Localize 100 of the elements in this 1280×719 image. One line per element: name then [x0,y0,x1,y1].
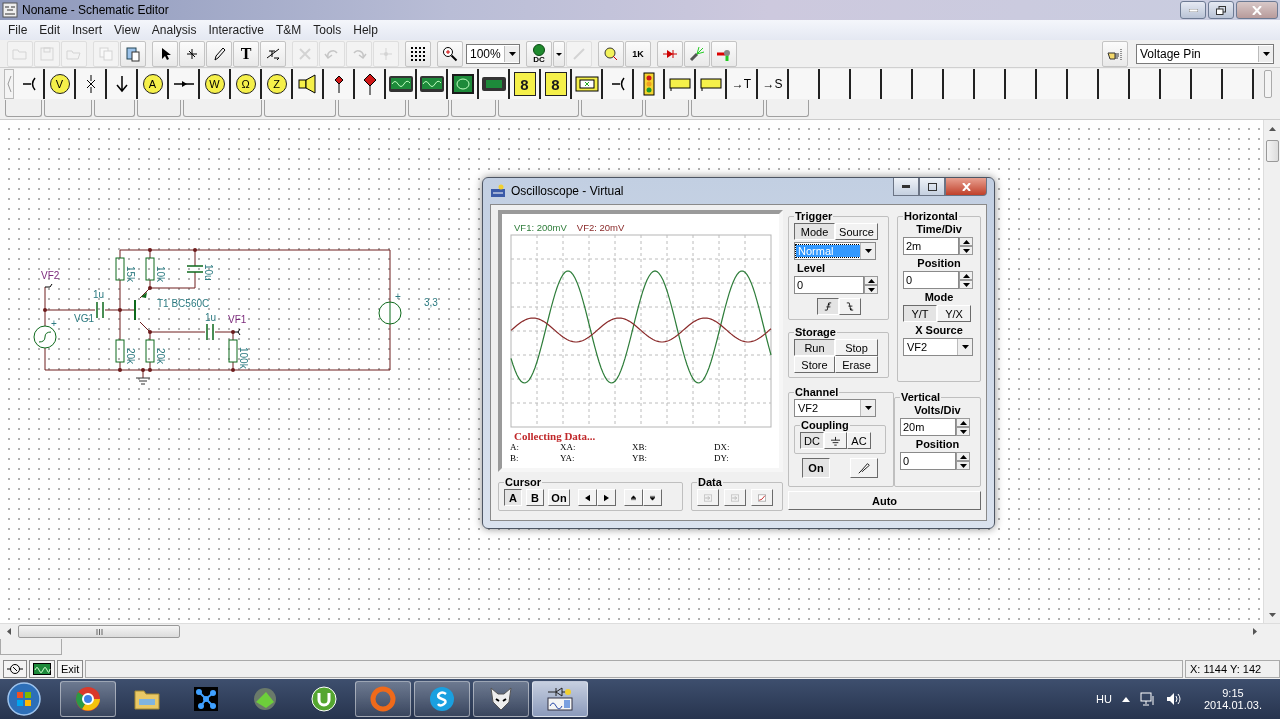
pointer-button[interactable] [152,40,178,67]
spin-down-button[interactable] [959,246,973,255]
wire-button[interactable] [179,40,205,67]
menu-item[interactable]: Insert [66,23,109,37]
cursor-arrow-button[interactable] [643,489,662,506]
component-button[interactable] [355,69,386,99]
terminal-button[interactable]: →S [758,69,789,99]
trigger-tab[interactable]: Mode [794,223,835,240]
meter-button[interactable]: A [138,69,169,99]
curve-button[interactable] [751,489,773,506]
language-indicator[interactable]: HU [1096,693,1112,705]
pin-type-dropdown[interactable]: Voltage Pin [1136,43,1274,64]
pin-button[interactable] [711,40,737,67]
spin-up-button[interactable] [956,452,970,461]
cursor-button[interactable]: A [504,489,522,506]
cursor-button[interactable]: On [548,489,570,506]
spin-up-button[interactable] [959,271,973,280]
component-button[interactable] [572,69,603,99]
cursor-arrow-button[interactable] [578,489,597,506]
component-button[interactable] [665,69,696,99]
ground-coupling-button[interactable] [824,432,847,449]
menu-item[interactable]: Edit [33,23,67,37]
coupling-button[interactable]: DC [800,432,824,449]
text-button[interactable]: T [233,40,259,67]
terminal-button[interactable]: →T [727,69,758,99]
meter-button[interactable]: W [200,69,231,99]
cursor-button[interactable]: B [526,489,544,506]
component-button[interactable] [386,69,417,99]
pencil-button[interactable] [206,40,232,67]
meter-button[interactable]: Ω [231,69,262,99]
meter-button[interactable]: V [45,69,76,99]
menu-item[interactable]: Tools [307,23,348,37]
channel-dropdown[interactable]: VF2 [794,399,876,417]
component-button[interactable] [448,69,479,99]
pin-tool-button[interactable] [1102,40,1128,67]
component-button[interactable] [14,69,45,99]
cursor-arrow-button[interactable] [624,489,643,506]
position-field[interactable]: 0 [900,452,956,470]
cursor-arrow-button[interactable] [597,489,616,506]
storage-button[interactable]: Stop [835,339,878,356]
laser-button[interactable] [684,40,710,67]
spin-down-button[interactable] [956,461,970,470]
paste-button[interactable] [120,40,146,67]
maximize-button[interactable] [919,178,945,196]
mode-button[interactable]: Y/X [937,305,971,322]
component-button[interactable] [107,69,138,99]
component-button[interactable] [293,69,324,99]
mode-button[interactable]: Y/T [903,305,937,322]
component-button[interactable] [696,69,727,99]
menu-item[interactable]: Interactive [202,23,270,37]
schematic-view-button[interactable] [3,660,27,678]
diode-button[interactable] [657,40,683,67]
probe-button[interactable] [850,458,878,478]
exit-button[interactable]: Exit [57,660,84,678]
spin-down-button[interactable] [956,427,970,436]
spin-down-button[interactable] [959,280,973,289]
meter-button[interactable]: Z [262,69,293,99]
component-button[interactable] [76,69,107,99]
trigger-tab[interactable]: Source [835,223,878,240]
restore-button[interactable] [1208,1,1234,19]
taskbar-app-button[interactable] [60,681,116,717]
dropdown-button[interactable] [553,40,565,67]
taskbar-app-button[interactable] [473,681,529,717]
channel-on-button[interactable]: On [802,458,830,478]
zoom-dropdown[interactable]: 100% [466,43,520,64]
meter-probe-button[interactable] [598,40,624,67]
spin-up-button[interactable] [959,237,973,246]
component-button[interactable] [634,69,665,99]
storage-button[interactable]: Run [794,339,835,356]
close-button[interactable] [945,178,987,196]
grid-button[interactable] [405,40,431,67]
scroll-thumb[interactable] [1264,70,1272,98]
position-field[interactable]: 0 [903,271,959,289]
coupling-button[interactable]: AC [847,432,871,449]
trigger-edge-button[interactable] [816,298,839,315]
time-div-field[interactable]: 2m [903,237,959,255]
spin-up-button[interactable] [864,276,878,285]
menu-item[interactable]: View [108,23,146,37]
menu-item[interactable]: T&M [269,23,308,37]
resistor-button[interactable]: 1K [625,40,651,67]
component-button[interactable] [324,69,355,99]
scope-view-button[interactable] [29,660,55,678]
volts-div-field[interactable]: 20m [900,418,956,436]
spin-down-button[interactable] [864,285,878,294]
component-button[interactable] [479,69,510,99]
menu-item[interactable]: File [2,23,34,37]
storage-button[interactable]: Store [794,356,835,373]
x-source-dropdown[interactable]: VF2 [903,338,973,356]
menu-item[interactable]: Analysis [145,23,203,37]
zoom-button[interactable] [437,40,463,67]
spin-up-button[interactable] [956,418,970,427]
level-field[interactable]: 0 [794,276,864,294]
text-wire-button[interactable] [260,40,286,67]
minimize-button[interactable] [893,178,919,196]
auto-button[interactable]: Auto [788,491,981,510]
close-button[interactable] [1236,1,1278,19]
dc-source-button[interactable]: DC [526,40,552,67]
component-button[interactable] [169,69,200,99]
menu-item[interactable]: Help [347,23,384,37]
scroll-thumb[interactable] [18,625,180,638]
